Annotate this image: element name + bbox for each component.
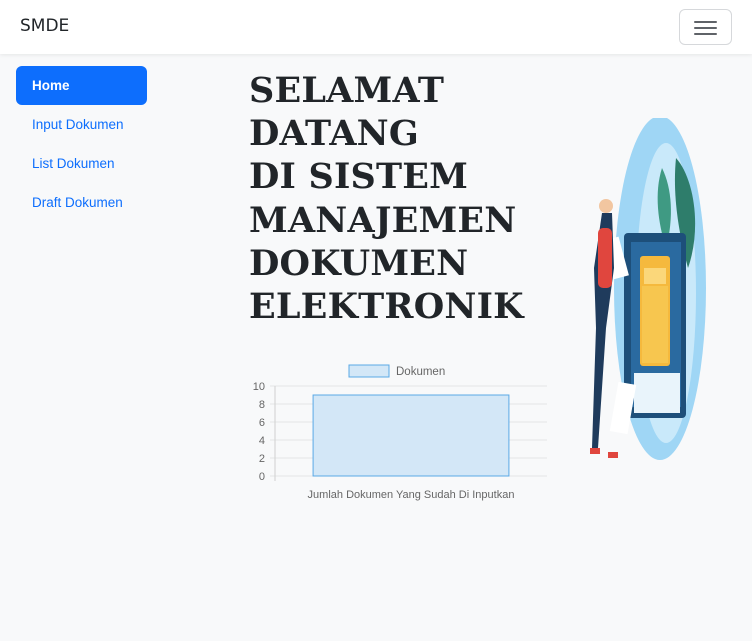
headline-line: ELEKTRONIK: [249, 286, 524, 328]
x-tick-label: Jumlah Dokumen Yang Sudah Di Inputkan: [308, 489, 515, 501]
document-count-chart: 0 2 4 6 8 10 Jumlah Dokumen Yang Sudah Di Inpu…: [253, 364, 547, 501]
navbar-toggler-button[interactable]: [679, 9, 732, 45]
sidebar-item-list-dokumen[interactable]: List Dokumen: [16, 144, 147, 183]
document-management-illustration: [590, 118, 706, 460]
y-tick-label: 4: [259, 435, 265, 447]
y-tick-label: 6: [259, 417, 265, 429]
headline-line: MANAJEMEN: [249, 199, 517, 241]
y-tick-label: 2: [259, 453, 265, 465]
sidebar-item-home[interactable]: Home: [16, 66, 147, 105]
y-tick-label: 8: [259, 399, 265, 411]
hamburger-menu-icon: [694, 21, 717, 23]
y-tick-label: 0: [259, 471, 265, 483]
sidebar-item-draft-dokumen[interactable]: Draft Dokumen: [16, 183, 147, 222]
welcome-heading: SELAMAT DATANG DI SISTEM MANAJEMEN DOKUM…: [249, 69, 569, 328]
headline-line: DI SISTEM: [249, 156, 469, 198]
brand-logo[interactable]: SMDE: [20, 16, 69, 36]
y-tick-label: 10: [253, 381, 265, 393]
hamburger-menu-icon: [694, 27, 717, 29]
sidebar-item-input-dokumen[interactable]: Input Dokumen: [16, 105, 147, 144]
headline-line: DATANG: [249, 113, 419, 155]
legend-label: Dokumen: [396, 366, 445, 378]
top-navbar: SMDE: [0, 0, 752, 54]
sidebar-nav: Home Input Dokumen List Dokumen Draft Do…: [16, 66, 147, 222]
legend-swatch: [348, 364, 390, 378]
hamburger-menu-icon: [694, 33, 717, 35]
bar: [312, 394, 510, 477]
headline-line: SELAMAT: [249, 70, 445, 111]
headline-line: DOKUMEN: [249, 242, 469, 284]
